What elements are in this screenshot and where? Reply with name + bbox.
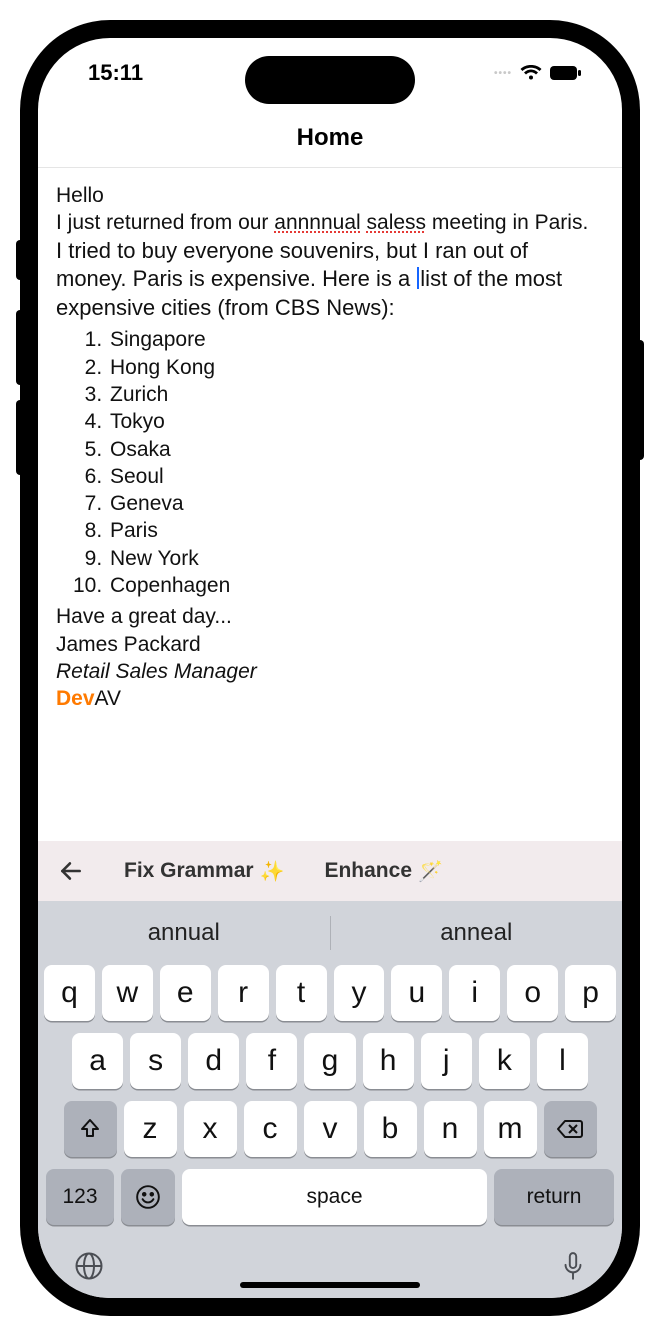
list-item: Zurich (108, 381, 604, 408)
key-c[interactable]: c (244, 1101, 297, 1157)
key-j[interactable]: j (421, 1033, 472, 1089)
editor-line: Hello (56, 182, 604, 209)
wifi-icon (520, 65, 542, 81)
page-title: Home (297, 124, 364, 152)
suggestion-row: annual anneal (38, 901, 622, 965)
key-i[interactable]: i (449, 965, 500, 1021)
text-editor[interactable]: Hello I just returned from our annnnual … (38, 168, 622, 841)
key-g[interactable]: g (304, 1033, 355, 1089)
key-r[interactable]: r (218, 965, 269, 1021)
ordered-list: Singapore Hong Kong Zurich Tokyo Osaka S… (108, 326, 604, 599)
editor-line: I just returned from our annnnual saless… (56, 209, 604, 236)
key-z[interactable]: z (124, 1101, 177, 1157)
list-item: Seoul (108, 463, 604, 490)
phone-frame: 15:11 •••• Home Hello I just returned fr… (20, 20, 640, 1316)
key-f[interactable]: f (246, 1033, 297, 1089)
volume-down-button (16, 400, 24, 475)
magic-wand-icon: 🪄 (418, 859, 443, 884)
status-right: •••• (494, 65, 582, 81)
list-item: Osaka (108, 436, 604, 463)
key-u[interactable]: u (391, 965, 442, 1021)
text-caret (417, 267, 419, 289)
backspace-key[interactable] (544, 1101, 597, 1157)
key-d[interactable]: d (188, 1033, 239, 1089)
emoji-key[interactable] (121, 1169, 175, 1225)
key-b[interactable]: b (364, 1101, 417, 1157)
back-icon[interactable] (58, 858, 84, 884)
on-screen-keyboard: annual anneal q w e r t y u i o p (38, 901, 622, 1298)
list-item: Copenhagen (108, 572, 604, 599)
list-item: New York (108, 545, 604, 572)
power-button (636, 340, 644, 460)
key-w[interactable]: w (102, 965, 153, 1021)
key-t[interactable]: t (276, 965, 327, 1021)
battery-icon (550, 65, 582, 81)
list-item: Singapore (108, 326, 604, 353)
key-q[interactable]: q (44, 965, 95, 1021)
volume-up-button (16, 310, 24, 385)
globe-icon[interactable] (74, 1251, 104, 1288)
nav-header: Home (38, 108, 622, 168)
enhance-button[interactable]: Enhance 🪄 (324, 859, 442, 884)
key-k[interactable]: k (479, 1033, 530, 1089)
home-indicator[interactable] (240, 1282, 420, 1288)
list-item: Paris (108, 517, 604, 544)
key-n[interactable]: n (424, 1101, 477, 1157)
key-x[interactable]: x (184, 1101, 237, 1157)
signature-title: Retail Sales Manager (56, 658, 604, 685)
key-h[interactable]: h (363, 1033, 414, 1089)
sparkles-icon: ✨ (260, 859, 285, 884)
editor-line: Have a great day... (56, 603, 604, 630)
key-v[interactable]: v (304, 1101, 357, 1157)
key-o[interactable]: o (507, 965, 558, 1021)
signature-brand: DevAV (56, 685, 604, 712)
space-key[interactable]: space (182, 1169, 487, 1225)
shift-key[interactable] (64, 1101, 117, 1157)
side-button (16, 240, 24, 280)
ai-assist-bar: Fix Grammar ✨ Enhance 🪄 (38, 841, 622, 901)
numbers-key[interactable]: 123 (46, 1169, 114, 1225)
key-a[interactable]: a (72, 1033, 123, 1089)
list-item: Hong Kong (108, 354, 604, 381)
key-m[interactable]: m (484, 1101, 537, 1157)
screen: 15:11 •••• Home Hello I just returned fr… (38, 38, 622, 1298)
suggestion[interactable]: annual (38, 919, 330, 947)
key-p[interactable]: p (565, 965, 616, 1021)
spelling-error[interactable]: saless (367, 211, 427, 234)
signature-name: James Packard (56, 631, 604, 658)
key-y[interactable]: y (334, 965, 385, 1021)
fix-grammar-button[interactable]: Fix Grammar ✨ (124, 859, 284, 884)
key-e[interactable]: e (160, 965, 211, 1021)
cellular-dots-icon: •••• (494, 68, 512, 79)
key-s[interactable]: s (130, 1033, 181, 1089)
spelling-error[interactable]: annnnual (274, 211, 360, 234)
suggestion[interactable]: anneal (331, 919, 623, 947)
mic-icon[interactable] (560, 1251, 586, 1288)
list-item: Tokyo (108, 408, 604, 435)
key-l[interactable]: l (537, 1033, 588, 1089)
editor-line: I tried to buy everyone souvenirs, but I… (56, 237, 604, 323)
dynamic-island (245, 56, 415, 104)
status-time: 15:11 (88, 60, 143, 86)
return-key[interactable]: return (494, 1169, 614, 1225)
list-item: Geneva (108, 490, 604, 517)
